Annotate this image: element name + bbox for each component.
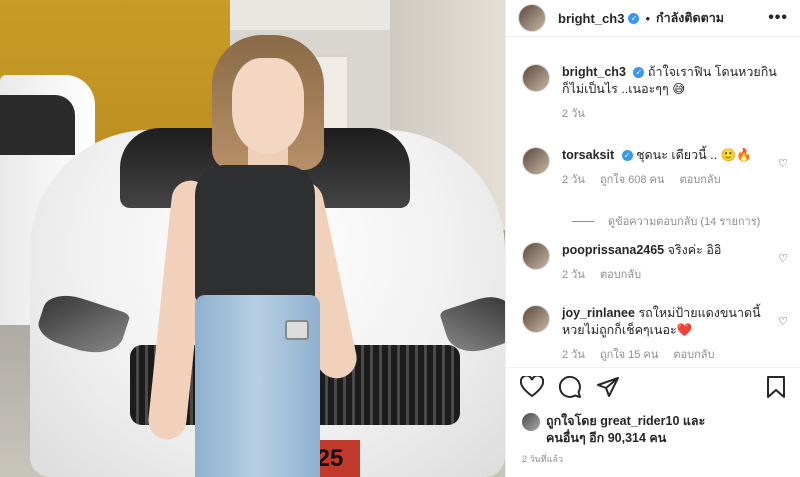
following-button[interactable]: กำลังติดตาม xyxy=(656,8,724,28)
comment-body: torsaksit ✓ ชุดนะ เดียวนี้ .. 🙂🔥 2 วัน ถ… xyxy=(562,147,784,189)
likes-text: ถูกใจโดย great_rider10 และ คนอื่นๆ อีก 9… xyxy=(546,413,705,447)
heart-icon[interactable] xyxy=(519,374,545,402)
woman-figure xyxy=(140,30,361,477)
comment-time[interactable]: 2 วัน xyxy=(562,269,585,281)
verified-icon: ✓ xyxy=(628,12,640,24)
verified-icon: ✓ xyxy=(621,150,633,162)
black-tank-top xyxy=(195,165,315,305)
caption-meta: 2 วัน xyxy=(562,106,784,123)
reply-button[interactable]: ตอบกลับ xyxy=(600,269,641,281)
comment-username[interactable]: torsaksit xyxy=(562,148,614,162)
comment-likes[interactable]: ถูกใจ 15 คน xyxy=(600,349,658,361)
header-username[interactable]: bright_ch3 xyxy=(558,11,624,26)
caption: bright_ch3 ✓ ถ้าใจเราฟิน โดนหวยกินก็ไม่เ… xyxy=(506,64,800,123)
comments-list[interactable]: bright_ch3 ✓ ถ้าใจเราฟิน โดนหวยกินก็ไม่เ… xyxy=(506,37,800,367)
avatar[interactable] xyxy=(522,242,550,270)
comment-username[interactable]: pooprissana2465 xyxy=(562,243,664,257)
caption-time[interactable]: 2 วัน xyxy=(562,108,585,120)
comment-username[interactable]: joy_rinlanee xyxy=(562,306,635,320)
comment-text: จริงค่ะ อิอิ xyxy=(667,243,722,257)
post-photo[interactable]: 25 xyxy=(0,0,505,477)
caption-username[interactable]: bright_ch3 xyxy=(562,65,626,79)
likes-summary[interactable]: ถูกใจโดย great_rider10 และ คนอื่นๆ อีก 9… xyxy=(522,413,788,447)
heart-icon[interactable]: ♡ xyxy=(778,252,788,265)
likes-line-1[interactable]: ถูกใจโดย great_rider10 และ xyxy=(546,413,705,430)
liker-avatar xyxy=(522,413,540,431)
van-window xyxy=(0,95,75,155)
list-item: pooprissana2465 จริงค่ะ อิอิ 2 วัน ตอบกล… xyxy=(506,242,800,284)
replies-line xyxy=(572,220,594,222)
caption-body: bright_ch3 ✓ ถ้าใจเราฟิน โดนหวยกินก็ไม่เ… xyxy=(562,64,784,123)
avatar[interactable] xyxy=(522,147,550,175)
likes-line-2[interactable]: คนอื่นๆ อีก 90,314 คน xyxy=(546,430,705,447)
comment-meta: 2 วัน ตอบกลับ xyxy=(562,267,784,284)
post-header: bright_ch3 ✓ • กำลังติดตาม ••• xyxy=(506,0,800,37)
heart-icon[interactable]: ♡ xyxy=(778,315,788,328)
verified-icon: ✓ xyxy=(633,67,645,79)
action-bar xyxy=(506,367,800,409)
comment-likes[interactable]: ถูกใจ 608 คน xyxy=(600,174,664,186)
comment-text: ชุดนะ เดียวนี้ .. 🙂🔥 xyxy=(636,148,752,162)
comment-time[interactable]: 2 วัน xyxy=(562,174,585,186)
comment-body: joy_rinlanee รถใหม่ป้ายแดงขนาดนี้ หวยไม่… xyxy=(562,305,784,364)
face xyxy=(232,58,304,153)
comment-meta: 2 วัน ถูกใจ 608 คน ตอบกลับ xyxy=(562,172,784,189)
comment-meta: 2 วัน ถูกใจ 15 คน ตอบกลับ xyxy=(562,347,784,364)
reply-button[interactable]: ตอบกลับ xyxy=(673,349,714,361)
avatar[interactable] xyxy=(522,64,550,92)
wristwatch xyxy=(285,320,309,340)
comment-time[interactable]: 2 วัน xyxy=(562,349,585,361)
avatar[interactable] xyxy=(518,4,546,32)
share-icon[interactable] xyxy=(596,375,620,403)
instagram-post-view: 25 bright_ch3 ✓ • กำลังติดตาม ••• bright… xyxy=(0,0,800,477)
post-timestamp[interactable]: 2 วันที่แล้ว xyxy=(522,452,563,466)
view-replies-label[interactable]: ดูข้อความตอบกลับ (14 รายการ) xyxy=(608,212,760,230)
heart-icon[interactable]: ♡ xyxy=(778,157,788,170)
list-item: torsaksit ✓ ชุดนะ เดียวนี้ .. 🙂🔥 2 วัน ถ… xyxy=(506,147,800,189)
bookmark-icon[interactable] xyxy=(766,375,786,403)
view-replies[interactable]: ดูข้อความตอบกลับ (14 รายการ) xyxy=(572,212,760,230)
more-icon[interactable]: ••• xyxy=(768,9,788,27)
separator-dot: • xyxy=(645,10,651,26)
comment-body: pooprissana2465 จริงค่ะ อิอิ 2 วัน ตอบกล… xyxy=(562,242,784,284)
post-sidebar: bright_ch3 ✓ • กำลังติดตาม ••• bright_ch… xyxy=(505,0,800,477)
avatar[interactable] xyxy=(522,305,550,333)
list-item: joy_rinlanee รถใหม่ป้ายแดงขนาดนี้ หวยไม่… xyxy=(506,305,800,364)
reply-button[interactable]: ตอบกลับ xyxy=(679,174,720,186)
comment-icon[interactable] xyxy=(558,375,582,403)
